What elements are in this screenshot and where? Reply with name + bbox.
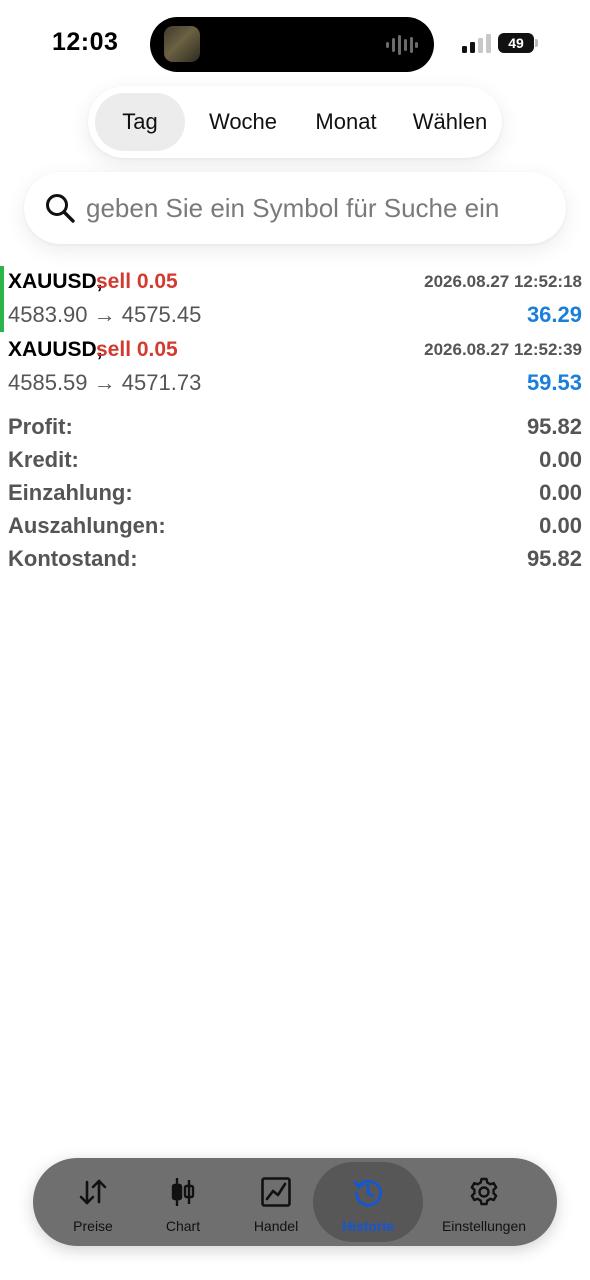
gear-icon	[470, 1177, 498, 1206]
period-selector: Tag Woche Monat Wählen	[88, 86, 502, 158]
tab-label: Handel	[253, 1218, 299, 1234]
trade-history-list: XAUUSD, sell 0.05 2026.08.27 12:52:18 45…	[0, 264, 590, 400]
trade-prices: 4585.59 → 4571.73	[8, 370, 201, 396]
trade-time: 2026.08.27 12:52:18	[424, 272, 582, 291]
tab-preise[interactable]: Preise	[49, 1162, 137, 1242]
summary-label: Profit:	[8, 414, 73, 439]
arrows-up-down-icon	[79, 1179, 107, 1205]
summary-value: 0.00	[539, 513, 582, 538]
trade-prices: 4583.90 → 4575.45	[8, 302, 201, 328]
tab-label: Historie	[341, 1218, 395, 1234]
trade-symbol: XAUUSD,	[8, 338, 103, 361]
trade-profit: 59.53	[526, 370, 582, 395]
open-price: 4583.90	[8, 302, 88, 327]
summary-withdrawals: Auszahlungen: 0.00	[0, 509, 590, 542]
close-price: 4571.73	[121, 370, 202, 395]
period-tab-week[interactable]: Woche	[196, 93, 290, 151]
period-tab-month[interactable]: Monat	[300, 93, 392, 151]
trade-symbol: XAUUSD,	[8, 270, 103, 293]
status-bar: 12:03 49	[0, 0, 590, 90]
trade-side: sell 0.05	[96, 338, 178, 361]
trade-profit: 36.29	[526, 302, 582, 327]
status-time: 12:03	[52, 28, 119, 56]
summary-profit: Profit: 95.82	[0, 410, 590, 443]
period-tab-custom[interactable]: Wählen	[402, 93, 498, 151]
tab-chart[interactable]: Chart	[139, 1162, 227, 1242]
tab-einstellungen[interactable]: Einstellungen	[425, 1162, 543, 1242]
summary-deposit: Einzahlung: 0.00	[0, 476, 590, 509]
tab-historie[interactable]: Historie	[313, 1162, 423, 1242]
account-summary: Profit: 95.82 Kredit: 0.00 Einzahlung: 0…	[0, 410, 590, 575]
now-playing-artwork	[164, 26, 200, 62]
trade-row[interactable]: XAUUSD, sell 0.05 2026.08.27 12:52:18 45…	[0, 264, 590, 332]
open-price: 4585.59	[8, 370, 88, 395]
bottom-tab-bar: Preise Chart Handel Historie Einstellung…	[33, 1158, 557, 1246]
trade-time: 2026.08.27 12:52:39	[424, 340, 582, 359]
summary-label: Auszahlungen:	[8, 513, 166, 538]
summary-label: Einzahlung:	[8, 480, 133, 505]
arrow-right-icon: →	[93, 370, 116, 395]
tab-handel[interactable]: Handel	[231, 1162, 321, 1242]
summary-label: Kredit:	[8, 447, 79, 472]
candlestick-icon	[171, 1178, 195, 1206]
history-icon	[353, 1179, 382, 1207]
close-price: 4575.45	[121, 302, 202, 327]
cellular-signal-icon	[462, 34, 491, 53]
summary-balance: Kontostand: 95.82	[0, 542, 590, 575]
audio-wave-icon	[386, 35, 418, 55]
summary-value: 95.82	[526, 414, 582, 439]
summary-value: 0.00	[539, 447, 582, 472]
trade-row[interactable]: XAUUSD, sell 0.05 2026.08.27 12:52:39 45…	[0, 332, 590, 400]
tab-label: Chart	[165, 1218, 201, 1234]
search-icon	[46, 194, 75, 223]
summary-label: Kontostand:	[8, 546, 138, 571]
dynamic-island	[150, 17, 434, 72]
battery-icon: 49	[498, 33, 538, 53]
trade-side: sell 0.05	[96, 270, 178, 293]
tab-label: Preise	[73, 1218, 113, 1234]
summary-value: 95.82	[526, 546, 582, 571]
search-bar[interactable]	[24, 172, 566, 244]
period-tab-day[interactable]: Tag	[95, 93, 185, 151]
battery-level: 49	[498, 33, 534, 53]
summary-credit: Kredit: 0.00	[0, 443, 590, 476]
arrow-right-icon: →	[93, 302, 116, 327]
tab-label: Einstellungen	[441, 1218, 527, 1234]
summary-value: 0.00	[539, 480, 582, 505]
line-chart-icon	[261, 1177, 291, 1207]
search-input[interactable]	[86, 186, 556, 230]
